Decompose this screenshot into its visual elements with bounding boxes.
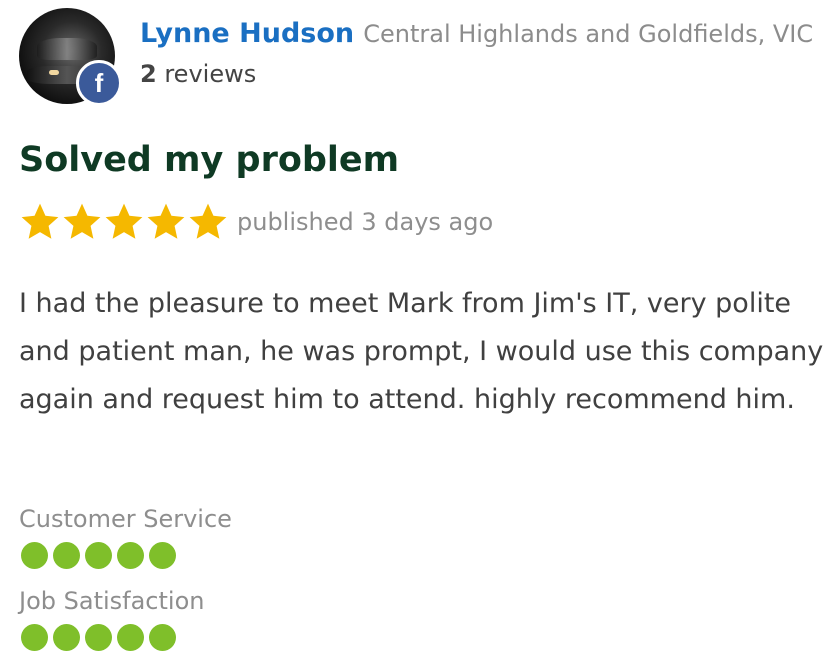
score-dot-icon (149, 542, 176, 569)
review-body: I had the pleasure to meet Mark from Jim… (19, 288, 824, 415)
criteria-score-customer-service (21, 542, 176, 569)
reviewer-name-link[interactable]: Lynne Hudson (140, 18, 354, 49)
star-icon (63, 203, 101, 239)
review-card: f Lynne Hudson Central Highlands and Gol… (0, 0, 839, 672)
rating-row: published 3 days ago (19, 197, 493, 247)
reviewer-header: Lynne Hudson Central Highlands and Goldf… (140, 18, 813, 49)
criteria-label-customer-service: Customer Service (19, 505, 232, 533)
star-icon (147, 203, 185, 239)
star-icon (21, 203, 59, 239)
criteria-label-job-satisfaction: Job Satisfaction (19, 587, 205, 615)
review-count-label: reviews (164, 60, 257, 88)
score-dot-icon (85, 542, 112, 569)
score-dot-icon (117, 542, 144, 569)
reviewer-location: Central Highlands and Goldfields, VIC (363, 20, 814, 48)
star-icon (105, 203, 143, 239)
avatar[interactable]: f (19, 8, 122, 106)
score-dot-icon (53, 624, 80, 651)
score-dot-icon (117, 624, 144, 651)
score-dot-icon (21, 624, 48, 651)
score-dot-icon (21, 542, 48, 569)
published-date: published 3 days ago (237, 208, 494, 236)
star-rating (19, 200, 229, 244)
facebook-icon: f (76, 60, 122, 106)
star-icon (189, 203, 227, 239)
criteria-score-job-satisfaction (21, 624, 176, 651)
score-dot-icon (85, 624, 112, 651)
reviewer-review-count: 2 reviews (140, 60, 256, 88)
review-count-number: 2 (140, 60, 157, 88)
score-dot-icon (149, 624, 176, 651)
review-title: Solved my problem (19, 140, 400, 180)
score-dot-icon (53, 542, 80, 569)
